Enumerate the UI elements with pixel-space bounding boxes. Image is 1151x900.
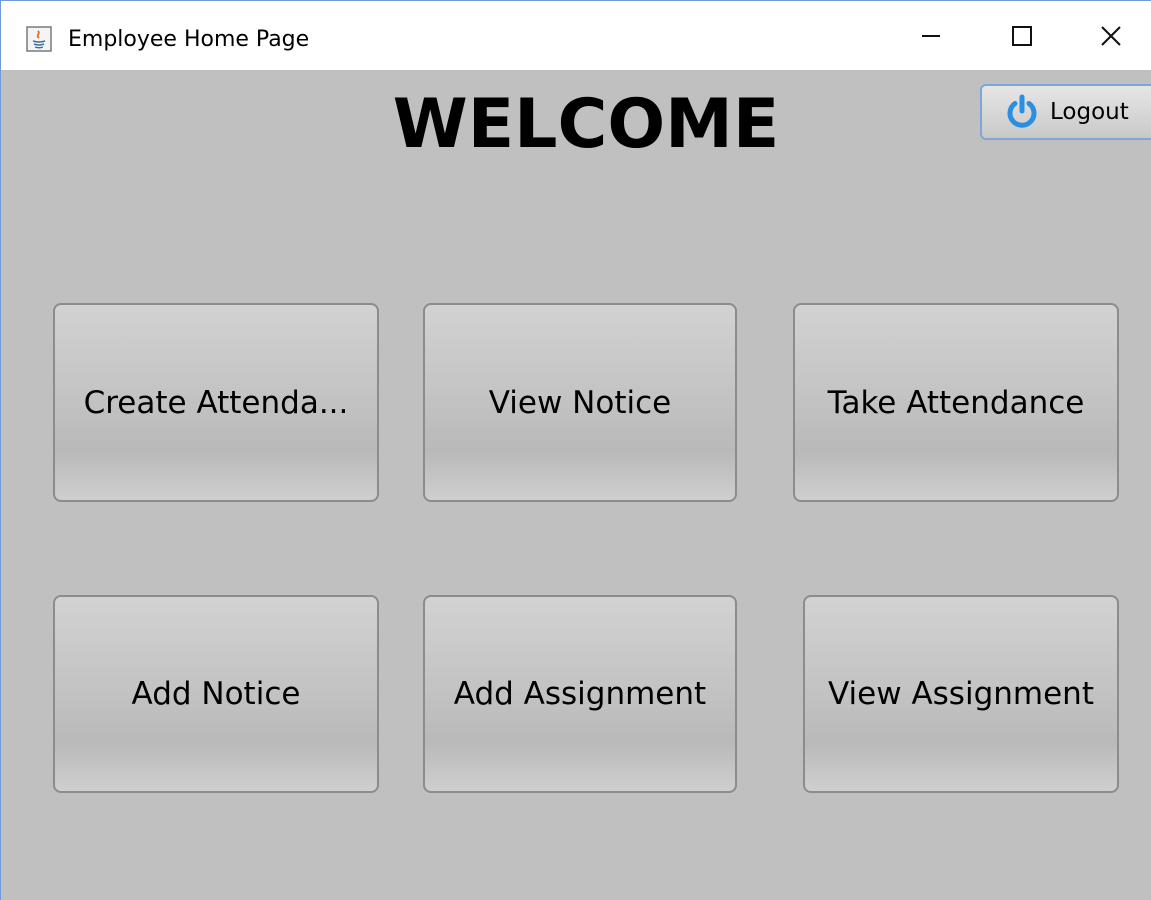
java-icon [26,26,52,52]
minimize-button[interactable] [885,1,977,70]
take-attendance-button[interactable]: Take Attendance [793,303,1119,502]
maximize-icon [1012,25,1032,46]
close-button[interactable] [1065,1,1151,70]
minimize-icon [922,34,940,37]
app-window: Employee Home Page WELCOME Logout Create… [0,0,1151,900]
title-bar[interactable]: Employee Home Page [1,1,1151,70]
view-assignment-button[interactable]: View Assignment [803,595,1119,793]
close-icon [1101,25,1121,46]
logout-label: Logout [1050,99,1129,125]
create-attendance-button[interactable]: Create Attenda... [53,303,379,502]
main-panel: WELCOME Logout Create Attenda... View No… [1,70,1151,900]
logout-button[interactable]: Logout [980,84,1151,140]
view-notice-button[interactable]: View Notice [423,303,737,502]
add-notice-button[interactable]: Add Notice [53,595,379,793]
window-title: Employee Home Page [68,27,310,52]
add-assignment-button[interactable]: Add Assignment [423,595,737,793]
power-icon [1007,94,1037,128]
maximize-button[interactable] [976,1,1068,70]
welcome-heading: WELCOME [392,85,780,164]
